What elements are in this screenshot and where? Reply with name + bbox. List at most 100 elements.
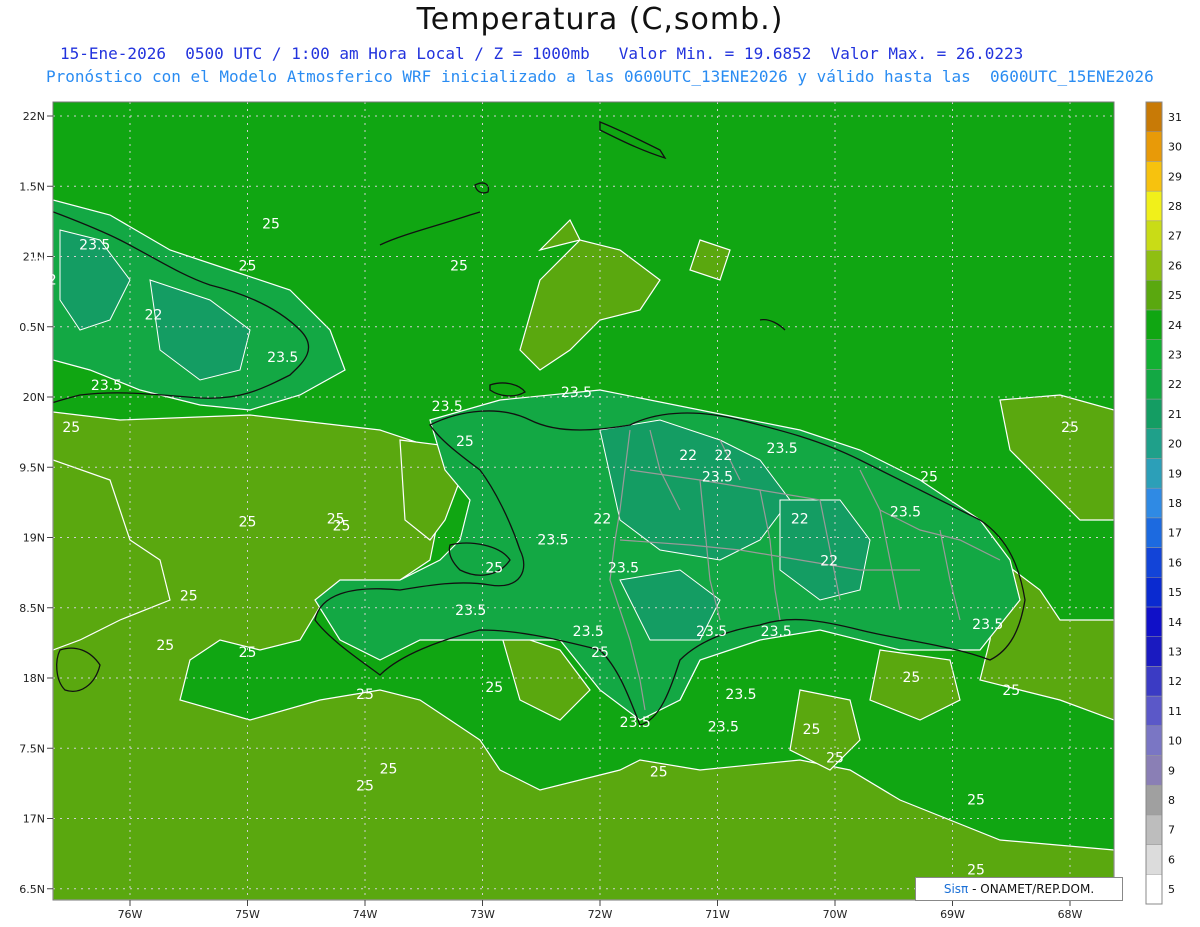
colorbar-label: 17 [1168,527,1182,540]
colorbar-swatch [1145,428,1163,459]
colorbar-swatch [1145,874,1163,905]
colorbar-label: 31 [1168,111,1182,124]
contour-label: 25 [380,762,398,778]
lon-label: 69W [940,908,965,921]
contour-label: 25 [62,420,80,436]
contour-label: 25 [485,561,503,577]
lat-label: 18N [23,672,45,685]
colorbar-label: 11 [1168,705,1182,718]
longitude-labels: 76W 75W 74W 73W 72W 71W 70W 69W 68W [118,908,1083,921]
colorbar-label: 9 [1168,764,1175,777]
lon-label: 74W [353,908,378,921]
contour-label: 25 [262,216,280,232]
sispi-brand: Sisπ [943,882,969,896]
lat-label: 7.5N [19,742,45,755]
colorbar-label: 20 [1168,438,1182,451]
contour-label: 22 [593,511,611,527]
contour-label: 23.5 [725,687,756,703]
colorbar: 5 6 7 8 9 10 11 12 13 14 15 16 17 18 19 20 21 22 23 24 25 26 2… [1145,101,1182,905]
colorbar-label: 21 [1168,408,1182,421]
lat-label: 22N [23,110,45,123]
contour-label: 25 [485,680,503,696]
colorbar-swatch [1145,190,1163,222]
colorbar-label: 24 [1168,319,1182,332]
colorbar-swatch [1145,725,1163,756]
colorbar-swatch [1145,339,1163,370]
lat-label: 0.5N [19,321,45,334]
colorbar-label: 7 [1168,824,1175,837]
contour-label: 25 [450,259,468,275]
colorbar-label: 23 [1168,348,1182,361]
lat-label: 6.5N [19,883,45,896]
colorbar-swatch [1145,250,1163,281]
lon-label: 72W [588,908,613,921]
colorbar-label: 13 [1168,646,1182,659]
contour-label: 23.5 [767,441,798,457]
colorbar-label: 22 [1168,378,1182,391]
lat-label: 20N [23,391,45,404]
lat-label: 19N [23,532,45,545]
contour-label: 22 [27,256,45,272]
contour-label: 25 [1002,683,1020,699]
colorbar-label: 29 [1168,170,1182,183]
colorbar-swatch [1145,101,1163,132]
contour-label: 25 [156,638,174,654]
contour-label: 23.5 [708,719,739,735]
contour-label: 23.5 [561,385,592,401]
contour-label: 25 [356,778,374,794]
lon-label: 70W [823,908,848,921]
colorbar-label: 6 [1168,853,1175,866]
colorbar-label: 10 [1168,735,1182,748]
contour-label: 25 [456,434,474,450]
colorbar-label: 25 [1168,289,1182,302]
credit-box: Sisπ - ONAMET/REP.DOM. [915,877,1123,901]
contour-label: 25 [803,722,821,738]
colorbar-label: 28 [1168,200,1182,213]
colorbar-label: 16 [1168,556,1182,569]
contour-label: 25 [239,259,257,275]
lon-label: 68W [1058,908,1083,921]
colorbar-swatch [1145,517,1163,548]
contour-label: 23.5 [91,378,122,394]
colorbar-swatch [1145,161,1163,192]
contour-label: 23.5 [702,469,733,485]
contour-label: 25 [591,645,609,661]
contour-label: 25 [902,670,920,686]
contour-label: 22 [145,308,163,324]
contour-label: 22 [714,448,732,464]
contour-label: 25 [920,469,938,485]
colorbar-label: 5 [1168,883,1175,896]
colorbar-swatch [1145,577,1163,608]
colorbar-swatch [1145,487,1163,519]
colorbar-label: 8 [1168,794,1175,807]
contour-label: 25 [327,511,345,527]
credit-text: - ONAMET/REP.DOM. [972,882,1095,896]
colorbar-label: 18 [1168,497,1182,510]
contour-label: 22 [820,554,838,570]
colorbar-swatch [1145,755,1163,786]
contour-label: 23.5 [620,715,651,731]
colorbar-label: 14 [1168,616,1182,629]
lon-label: 71W [705,908,730,921]
contour-label: 25 [180,589,198,605]
contour-label: 22 [39,273,57,289]
colorbar-label: 27 [1168,230,1182,243]
colorbar-label: 19 [1168,467,1182,480]
lat-label: 8.5N [19,602,45,615]
colorbar-swatch [1145,814,1163,845]
contour-label: 23.5 [79,237,110,253]
colorbar-swatch [1145,279,1163,311]
colorbar-swatch [1145,220,1163,251]
contour-label: 23.5 [761,624,792,640]
contour-label: 25 [239,645,257,661]
lon-label: 73W [470,908,495,921]
contour-label: 25 [239,514,257,530]
colorbar-swatch [1145,695,1163,727]
contour-label: 23.5 [455,603,486,619]
contour-label: 23.5 [267,350,298,366]
lat-label: 1.5N [19,180,45,193]
colorbar-swatch [1145,458,1163,489]
contour-label: 23.5 [972,617,1003,633]
colorbar-swatch [1145,398,1163,429]
contour-label: 23.5 [696,624,727,640]
